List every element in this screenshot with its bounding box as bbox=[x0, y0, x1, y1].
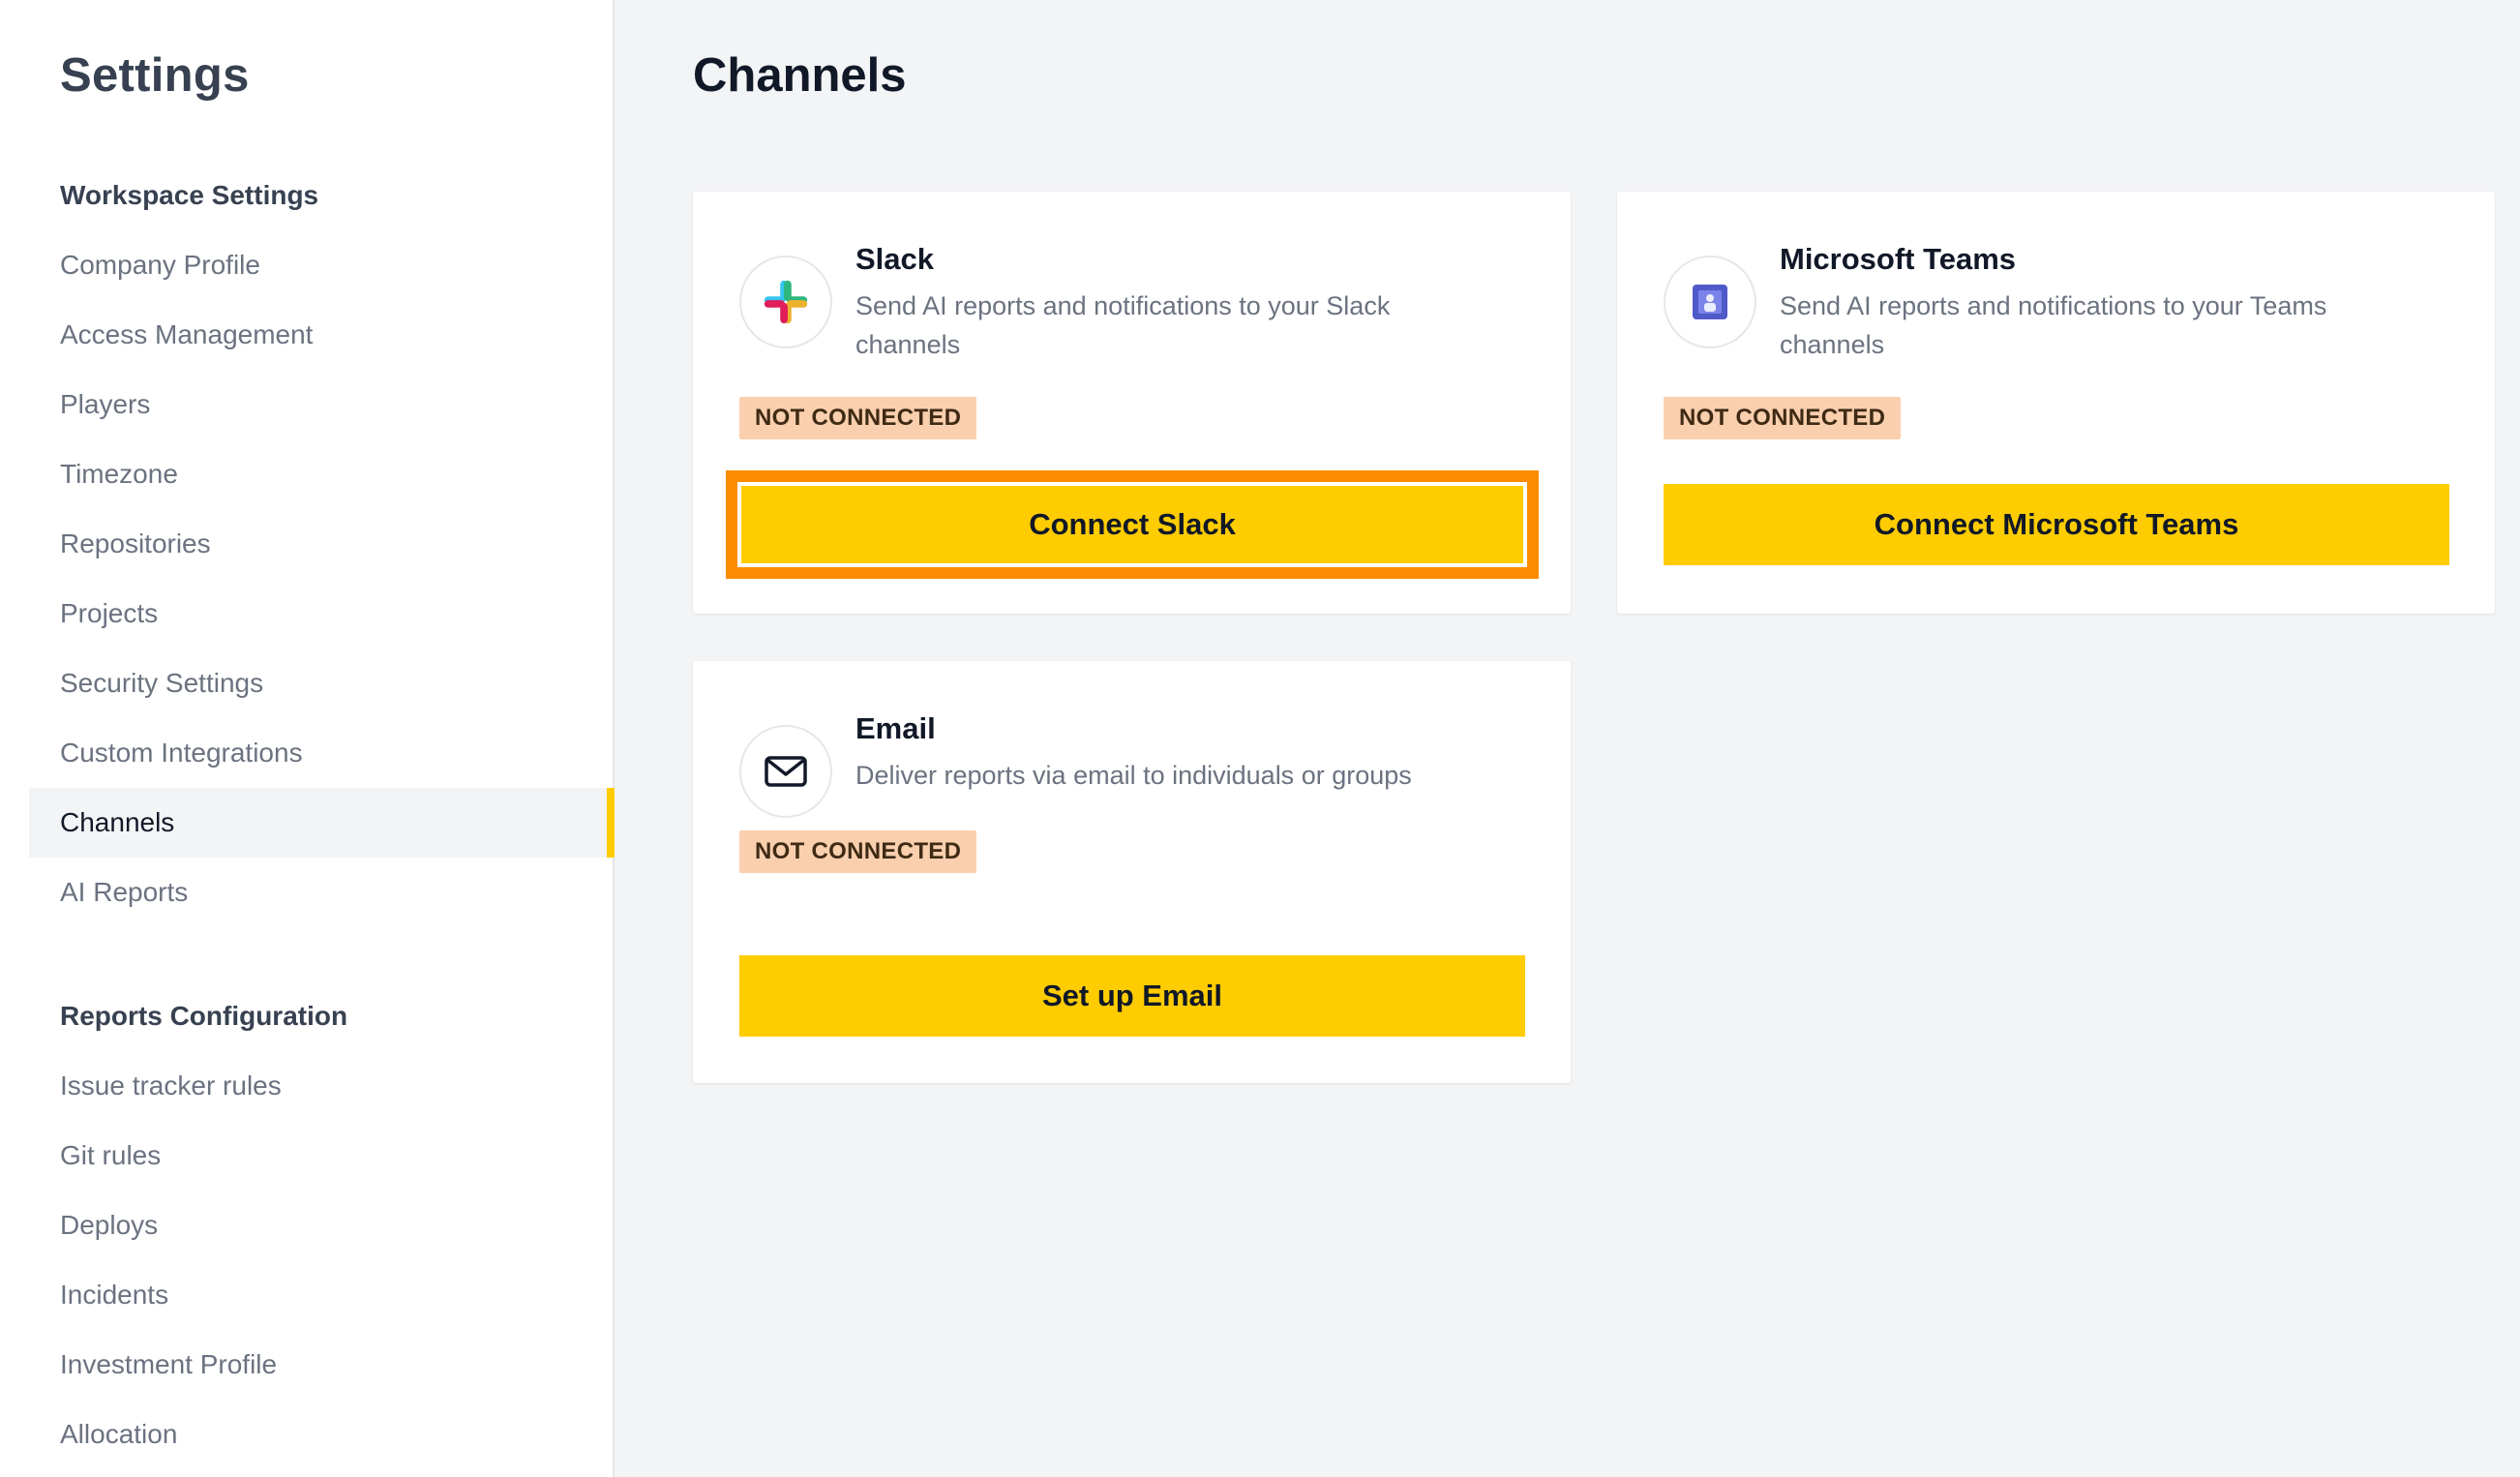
sidebar-item-issue-tracker-rules[interactable]: Issue tracker rules bbox=[29, 1051, 615, 1121]
sidebar-item-access-management[interactable]: Access Management bbox=[29, 300, 615, 370]
sidebar-item-timezone[interactable]: Timezone bbox=[29, 439, 615, 509]
settings-sidebar: Settings Workspace Settings Company Prof… bbox=[0, 0, 615, 1477]
sidebar-item-incidents[interactable]: Incidents bbox=[29, 1260, 615, 1330]
main-content: Channels Slack Send AI reports and notif… bbox=[615, 0, 2520, 1477]
sidebar-item-custom-integrations[interactable]: Custom Integrations bbox=[29, 718, 615, 788]
mail-icon bbox=[739, 725, 832, 818]
status-badge-email: NOT CONNECTED bbox=[739, 830, 977, 873]
sidebar-item-players[interactable]: Players bbox=[29, 370, 615, 439]
sidebar-item-repositories[interactable]: Repositories bbox=[29, 509, 615, 579]
connect-microsoft-teams-button[interactable]: Connect Microsoft Teams bbox=[1664, 484, 2449, 565]
status-badge-slack: NOT CONNECTED bbox=[739, 397, 977, 439]
status-badge-microsoft-teams: NOT CONNECTED bbox=[1664, 397, 1902, 439]
card-description-slack: Send AI reports and notifications to you… bbox=[855, 291, 1391, 359]
sidebar-title: Settings bbox=[60, 49, 250, 102]
slack-icon bbox=[739, 256, 832, 348]
channel-card-slack: Slack Send AI reports and notifications … bbox=[693, 192, 1571, 614]
card-title-email: Email bbox=[855, 711, 936, 745]
card-description-microsoft-teams: Send AI reports and notifications to you… bbox=[1780, 291, 2327, 359]
sidebar-item-channels[interactable]: Channels bbox=[29, 788, 615, 858]
card-title-microsoft-teams: Microsoft Teams bbox=[1780, 242, 2017, 276]
sidebar-item-ai-reports[interactable]: AI Reports bbox=[29, 858, 615, 927]
sidebar-item-git-rules[interactable]: Git rules bbox=[29, 1121, 615, 1191]
sidebar-item-allocation[interactable]: Allocation bbox=[29, 1400, 615, 1469]
card-title-slack: Slack bbox=[855, 242, 935, 276]
sidebar-item-security-settings[interactable]: Security Settings bbox=[29, 648, 615, 718]
sidebar-item-investment-profile[interactable]: Investment Profile bbox=[29, 1330, 615, 1400]
set-up-email-button[interactable]: Set up Email bbox=[739, 955, 1525, 1037]
connect-slack-button[interactable]: Connect Slack bbox=[726, 470, 1539, 579]
section-title-workspace-settings: Workspace Settings bbox=[60, 180, 319, 210]
channel-card-microsoft-teams: Microsoft Teams Send AI reports and noti… bbox=[1617, 192, 2495, 614]
channel-card-email: Email Deliver reports via email to indiv… bbox=[693, 661, 1571, 1083]
page-title: Channels bbox=[693, 49, 907, 102]
microsoft-teams-icon bbox=[1664, 256, 1756, 348]
sidebar-item-company-profile[interactable]: Company Profile bbox=[29, 230, 615, 300]
sidebar-item-deploys[interactable]: Deploys bbox=[29, 1191, 615, 1260]
section-title-reports-configuration: Reports Configuration bbox=[60, 1001, 348, 1031]
card-description-email: Deliver reports via email to individuals… bbox=[855, 761, 1412, 790]
app: Settings Workspace Settings Company Prof… bbox=[0, 0, 2520, 1477]
sidebar-item-projects[interactable]: Projects bbox=[29, 579, 615, 648]
